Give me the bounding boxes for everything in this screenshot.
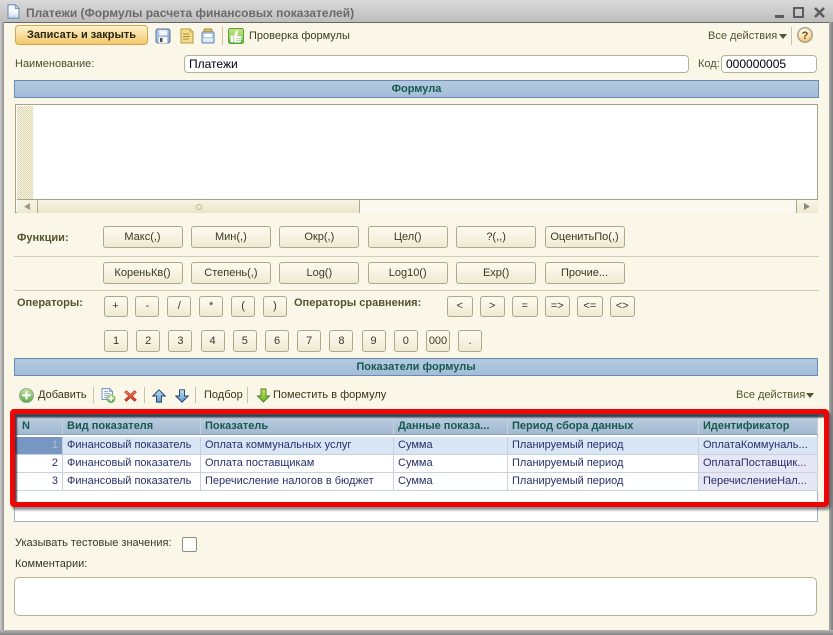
svg-text:?: ?	[802, 30, 809, 42]
